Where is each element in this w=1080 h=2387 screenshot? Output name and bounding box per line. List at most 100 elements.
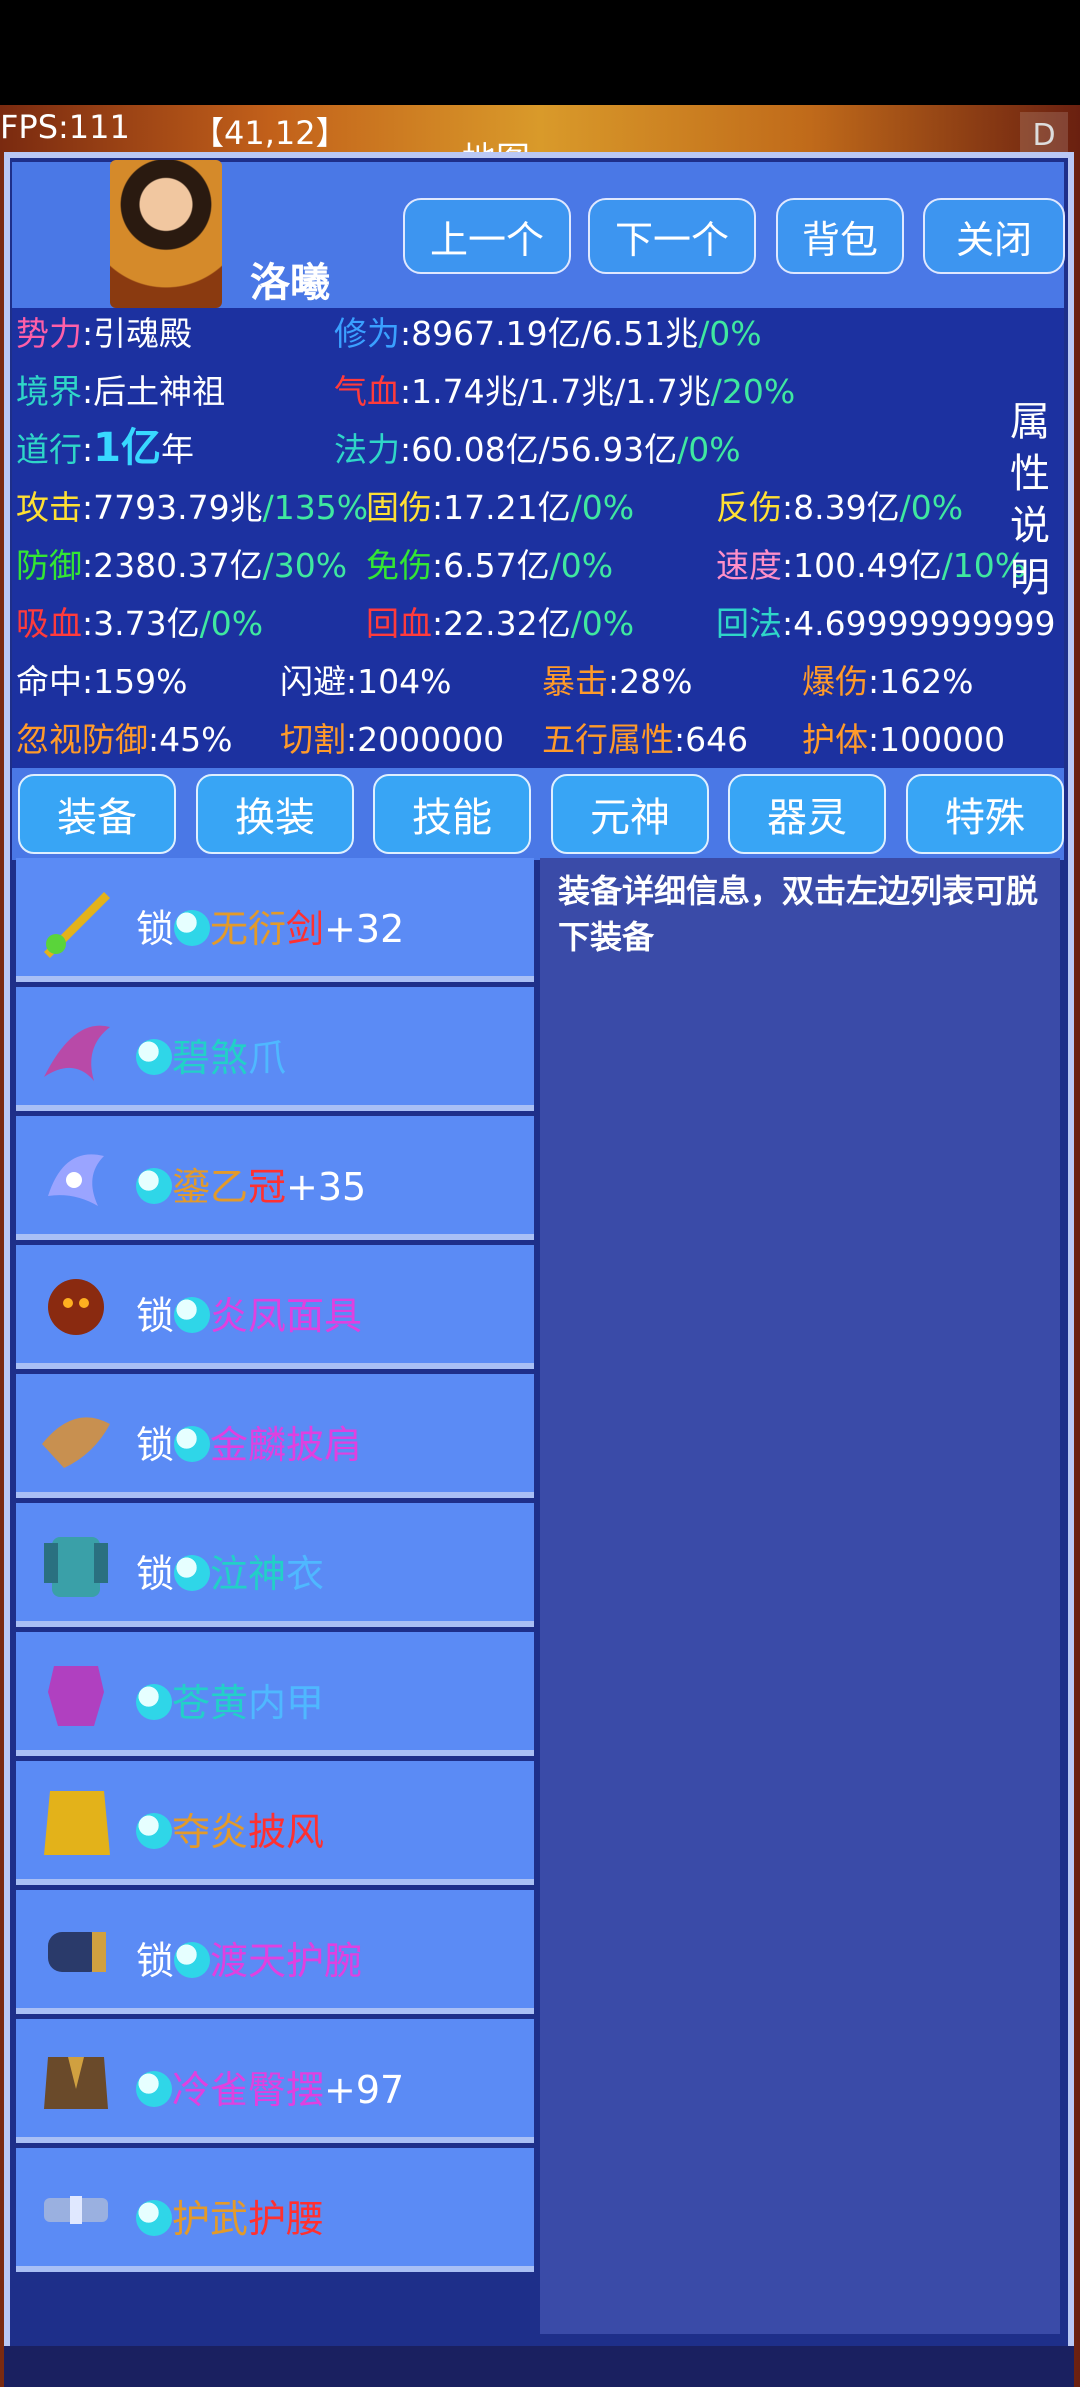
equipment-name: 冷雀臀摆+97 (136, 2059, 404, 2114)
yinyang-icon (174, 910, 211, 946)
attribute-info-char: 性 (1010, 451, 1050, 497)
shoulder-icon (34, 1394, 118, 1478)
yinyang-icon (136, 1039, 172, 1075)
equipment-name: 锁渡天护腕 (136, 1930, 362, 1985)
attribute-info-char: 说 (1010, 503, 1050, 549)
status-bar-area (0, 0, 1080, 105)
equipment-name: 碧煞爪 (136, 1027, 286, 1082)
equipment-name-part: 护武 (172, 2197, 249, 2241)
equipment-name-part: 爪 (248, 1036, 287, 1080)
yinyang-icon (174, 1555, 211, 1591)
tab-skills[interactable]: 技能 (373, 774, 531, 854)
stat-lifesteal: 吸血:3.73亿/0% (16, 604, 264, 643)
stat-speed: 速度:100.49亿/10% (716, 546, 1027, 585)
close-button[interactable]: 关闭 (923, 198, 1065, 274)
lock-label: 锁 (136, 1294, 175, 1338)
stat-mp-regen: 回法:4.69999999999 (716, 604, 1056, 643)
tab-spirit[interactable]: 元神 (551, 774, 709, 854)
stat-crit-damage: 爆伤:162% (802, 662, 974, 701)
stat-defense: 防御:2380.37亿/30% (16, 546, 348, 585)
previous-button[interactable]: 上一个 (403, 198, 571, 274)
stat-element: 五行属性:646 (542, 720, 749, 759)
stat-ignore-defense: 忽视防御:45% (16, 720, 233, 759)
equipment-row[interactable]: 碧煞爪 (16, 987, 534, 1111)
tab-artifact-spirit[interactable]: 器灵 (728, 774, 886, 854)
attribute-info-button[interactable]: 属 性 说 明 (1002, 396, 1058, 604)
robe-icon (34, 1523, 118, 1607)
equipment-name-part: 渡天护腕 (210, 1939, 363, 1983)
lock-label: 锁 (136, 1423, 175, 1467)
equipment-detail-panel (540, 858, 1060, 2334)
next-button[interactable]: 下一个 (588, 198, 756, 274)
equipment-row[interactable]: 冷雀臀摆+97 (16, 2019, 534, 2143)
bracer-icon (34, 1910, 118, 1994)
bottom-bar (4, 2346, 1074, 2387)
lock-label: 锁 (136, 1939, 175, 1983)
equipment-name-part: 冷雀臀摆 (172, 2068, 325, 2112)
attribute-info-char: 属 (1010, 399, 1050, 445)
equipment-row[interactable]: 苍黄内甲 (16, 1632, 534, 1756)
equipment-list[interactable]: 锁无衍剑+32 碧煞爪 鎏乙冠+35 锁炎凤面具锁金麟披肩锁泣神衣 苍黄内甲 夺炎披风锁渡… (16, 858, 536, 2334)
equipment-name-part: 护腰 (248, 2197, 325, 2241)
equipment-row[interactable]: 锁泣神衣 (16, 1503, 534, 1627)
equipment-name: 护武护腰 (136, 2188, 324, 2243)
equipment-name: 鎏乙冠+35 (136, 1156, 366, 1211)
stat-reflect: 反伤:8.39亿/0% (716, 488, 964, 527)
equipment-row[interactable]: 夺炎披风 (16, 1761, 534, 1885)
equipment-name-part: 鎏乙 (172, 1165, 249, 1209)
tab-special[interactable]: 特殊 (906, 774, 1064, 854)
equipment-name-part: 泣神 (210, 1552, 287, 1596)
equipment-name: 锁金麟披肩 (136, 1414, 362, 1469)
equipment-row[interactable]: 鎏乙冠+35 (16, 1116, 534, 1240)
equipment-name: 锁无衍剑+32 (136, 898, 404, 953)
belt-icon (34, 2168, 118, 2252)
enhance-level: +97 (324, 2068, 405, 2112)
stat-hp-regen: 回血:22.32亿/0% (366, 604, 635, 643)
yinyang-icon (174, 1426, 211, 1462)
stat-mp: 法力:60.08亿/56.93亿/0% (334, 430, 741, 469)
lock-label: 锁 (136, 907, 175, 951)
yinyang-icon (136, 2200, 172, 2236)
equipment-row[interactable]: 锁炎凤面具 (16, 1245, 534, 1369)
equipment-name-part: 衣 (286, 1552, 325, 1596)
sword-icon (34, 878, 118, 962)
enhance-level: +35 (286, 1165, 367, 1209)
equipment-name-part: 苍黄 (172, 1681, 249, 1725)
yinyang-icon (174, 1942, 211, 1978)
enhance-level: +32 (324, 907, 405, 951)
fps-counter: FPS:111 (0, 108, 130, 146)
tab-equipment[interactable]: 装备 (18, 774, 176, 854)
stat-fixed-damage: 固伤:17.21亿/0% (366, 488, 635, 527)
yinyang-icon (136, 1168, 172, 1204)
equipment-row[interactable]: 锁渡天护腕 (16, 1890, 534, 2014)
equipment-name: 锁炎凤面具 (136, 1285, 362, 1340)
claw-icon (34, 1007, 118, 1091)
attribute-info-char: 明 (1010, 555, 1050, 601)
equipment-name-part: 碧煞 (172, 1036, 249, 1080)
stat-immune: 免伤:6.57亿/0% (366, 546, 614, 585)
equipment-row[interactable]: 锁金麟披肩 (16, 1374, 534, 1498)
stat-attack: 攻击:7793.79兆/135% (16, 488, 369, 527)
equipment-name: 夺炎披风 (136, 1801, 324, 1856)
yinyang-icon (136, 2071, 172, 2107)
yinyang-icon (136, 1813, 172, 1849)
bag-button[interactable]: 背包 (776, 198, 904, 274)
crown-icon (34, 1136, 118, 1220)
cloak-icon (34, 1781, 118, 1865)
equipment-name: 锁泣神衣 (136, 1543, 324, 1598)
mask-icon (34, 1265, 118, 1349)
stat-dodge: 闪避:104% (280, 662, 452, 701)
map-coordinates: 【41,12】 (192, 114, 348, 152)
tasset-icon (34, 2039, 118, 2123)
equipment-name-part: 金麟披肩 (210, 1423, 363, 1467)
character-avatar (110, 160, 222, 308)
equipment-row[interactable]: 锁无衍剑+32 (16, 858, 534, 982)
stat-crit: 暴击:28% (542, 662, 693, 701)
tab-outfit[interactable]: 换装 (196, 774, 354, 854)
stat-cultivation: 修为:8967.19亿/6.51兆/0% (334, 314, 762, 353)
equipment-name-part: 内甲 (248, 1681, 325, 1725)
stat-cut: 切割:2000000 (280, 720, 505, 759)
equipment-detail-text: 装备详细信息，双击左边列表可脱下装备 (558, 872, 1039, 956)
equipment-row[interactable]: 护武护腰 (16, 2148, 534, 2272)
stat-realm: 境界:后土神祖 (16, 372, 226, 411)
